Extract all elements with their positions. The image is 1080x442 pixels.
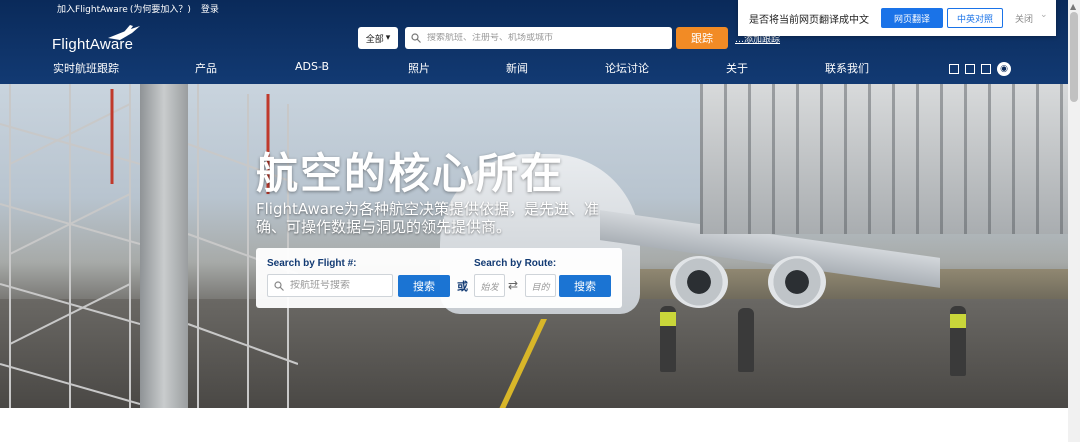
flightaware-logo[interactable]: FlightAware (52, 24, 144, 56)
hero-banner: 航空的核心所在 FlightAware为各种航空决策提供依据，是先进、准确、可操… (0, 84, 1068, 408)
square-icon[interactable] (981, 64, 991, 74)
route-search-label: Search by Route: (474, 258, 557, 269)
route-search-button[interactable]: 搜索 (559, 275, 611, 297)
scrollbar-thumb[interactable] (1070, 12, 1078, 102)
search-icon (274, 280, 284, 291)
ground-worker (738, 308, 754, 372)
search-box (405, 27, 672, 49)
flight-number-field (267, 274, 393, 297)
content-area (0, 408, 1068, 442)
origin-input[interactable] (475, 277, 504, 299)
flight-search-card: Search by Flight #: 搜索 或 Search by Route… (256, 248, 622, 308)
flight-search-button[interactable]: 搜索 (398, 275, 450, 297)
safety-vest (660, 312, 676, 326)
nav-item-photos[interactable]: 照片 (408, 60, 430, 76)
main-nav: 实时航班跟踪 产品 ADS-B 照片 新闻 论坛讨论 关于 联系我们 (0, 60, 1068, 78)
nav-item-contact[interactable]: 联系我们 (825, 60, 869, 76)
scaffold-right (188, 84, 298, 408)
translate-prompt: 是否将当前网页翻译成中文 (749, 15, 869, 26)
flight-number-input[interactable] (290, 280, 390, 291)
weibo-icon[interactable]: ◉ (997, 62, 1011, 76)
scroll-up-icon[interactable]: ▲ (1070, 2, 1076, 11)
swap-icon[interactable]: ⇄ (508, 278, 518, 292)
scaffold-left (0, 84, 140, 408)
safety-vest (950, 314, 966, 328)
track-button[interactable]: 跟踪 (676, 27, 728, 49)
nav-item-products[interactable]: 产品 (195, 60, 217, 76)
square-icon[interactable] (949, 64, 959, 74)
chevron-down-icon: ▾ (385, 33, 391, 43)
search-input[interactable] (427, 33, 657, 43)
engine-left (670, 256, 728, 308)
nav-item-about[interactable]: 关于 (726, 60, 748, 76)
nav-item-adsb[interactable]: ADS-B (295, 60, 329, 73)
close-translate-button[interactable]: 关闭 (1015, 12, 1033, 25)
search-scope-select[interactable]: 全部 ▾ (358, 27, 398, 49)
chevron-down-icon[interactable]: ⌄ (1040, 10, 1048, 20)
hero-subtitle: FlightAware为各种航空决策提供依据，是先进、准确、可操作数据与洞见的领… (256, 200, 600, 236)
or-label: 或 (457, 280, 468, 293)
nav-item-live-tracking[interactable]: 实时航班跟踪 (53, 60, 119, 76)
why-join-link[interactable]: (为何要加入？) (130, 2, 191, 16)
top-bar: 加入FlightAware (为何要加入？) 登录 (57, 2, 219, 16)
support-pillar (140, 84, 188, 408)
destination-field (525, 274, 556, 299)
social-links: ◉ (949, 62, 1011, 76)
flight-search-label: Search by Flight #: (267, 258, 357, 269)
square-icon[interactable] (965, 64, 975, 74)
destination-input[interactable] (526, 277, 555, 299)
hero-title: 航空的核心所在 (256, 149, 565, 198)
jet-bridge-detail (700, 84, 1068, 234)
plane-logo-icon (108, 25, 140, 40)
search-icon (411, 33, 421, 43)
scope-value: 全部 (365, 34, 384, 45)
scrollbar[interactable]: ▲ (1068, 0, 1080, 442)
nav-item-news[interactable]: 新闻 (506, 60, 528, 76)
engine-right (768, 256, 826, 308)
translate-bar: 是否将当前网页翻译成中文 网页翻译 中英对照 关闭 ⌄ (738, 0, 1056, 36)
origin-field (474, 274, 505, 299)
translate-page-button[interactable]: 网页翻译 (881, 8, 943, 28)
bilingual-button[interactable]: 中英对照 (947, 8, 1003, 28)
page: 加入FlightAware (为何要加入？) 登录 FlightAware 全部… (0, 0, 1080, 442)
join-link[interactable]: 加入FlightAware (57, 2, 128, 16)
nav-item-forums[interactable]: 论坛讨论 (605, 60, 649, 76)
login-link[interactable]: 登录 (201, 2, 219, 16)
